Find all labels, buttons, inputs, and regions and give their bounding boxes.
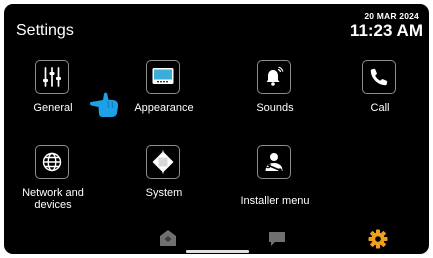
home-icon[interactable] xyxy=(158,228,178,248)
settings-gear-icon[interactable] xyxy=(367,228,389,250)
tile-label: Sounds xyxy=(256,102,294,114)
home-indicator[interactable] xyxy=(186,250,249,253)
tile-label: Installer menu xyxy=(240,195,310,207)
date-display: 20 MAR 2024 xyxy=(364,11,419,21)
chip-icon xyxy=(146,145,180,179)
time-display: 11:23 AM xyxy=(349,21,423,40)
monitor-icon xyxy=(146,60,180,94)
settings-screen: Settings 20 MAR 2024 11:23 AM General Ap… xyxy=(4,4,429,254)
sliders-icon xyxy=(35,60,69,94)
tile-label: Call xyxy=(370,102,390,114)
globe-icon xyxy=(35,145,69,179)
phone-icon xyxy=(362,60,396,94)
page-title: Settings xyxy=(16,22,74,39)
device-frame: Settings 20 MAR 2024 11:23 AM General Ap… xyxy=(0,0,433,258)
tile-label: System xyxy=(145,187,183,199)
bell-icon xyxy=(257,60,291,94)
pointer-hand-icon xyxy=(89,92,119,117)
message-icon[interactable] xyxy=(267,230,287,248)
tile-label: Appearance xyxy=(134,102,194,114)
tile-label: General xyxy=(33,102,73,114)
installer-icon xyxy=(257,145,291,179)
tile-label: Network and devices xyxy=(22,187,84,211)
